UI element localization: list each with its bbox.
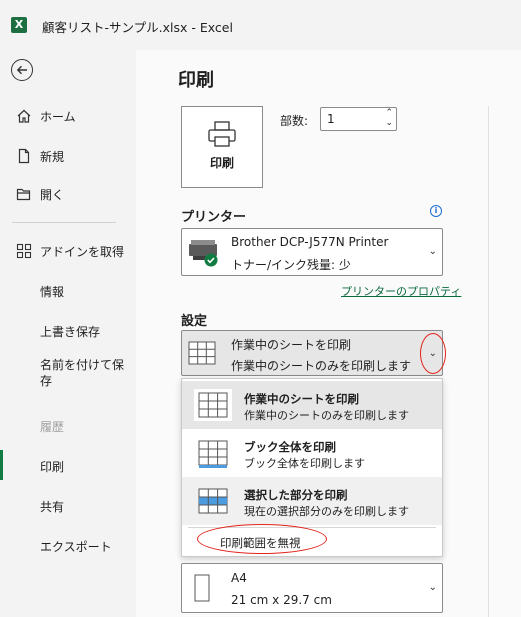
printer-icon [208, 121, 236, 147]
red-highlight-ellipse [197, 524, 327, 554]
nav-item-home[interactable]: ホーム [0, 98, 136, 134]
copies-label: 部数: [280, 114, 309, 128]
option-entire-workbook[interactable]: ブック全体を印刷 ブック全体を印刷します [182, 429, 442, 477]
red-highlight-circle [420, 333, 446, 374]
window-title: 顧客リスト-サンプル.xlsx - Excel [42, 20, 233, 35]
copies-value: 1 [327, 112, 335, 126]
printer-status: トナー/インク残量: 少 [231, 258, 351, 272]
printer-select[interactable]: Brother DCP-J577N Printer トナー/インク残量: 少 ⌄ [181, 228, 443, 276]
print-button-label: 印刷 [209, 156, 234, 170]
new-document-icon [18, 148, 30, 164]
nav-label: 共有 [40, 500, 65, 514]
nav-item-save[interactable]: 上書き保存 [0, 313, 136, 349]
printer-name: Brother DCP-J577N Printer [231, 235, 389, 249]
option-desc: 作業中のシートのみを印刷します [244, 409, 409, 422]
option-title: 作業中のシートを印刷 [244, 392, 359, 406]
option-title: 選択した部分を印刷 [244, 488, 348, 502]
nav-label: 履歴 [40, 420, 65, 434]
sheet-grid-icon [194, 389, 232, 421]
setting-title: 作業中のシートを印刷 [231, 338, 352, 352]
nav-item-share[interactable]: 共有 [0, 488, 136, 524]
nav-item-add-ins[interactable]: アドインを取得 [0, 233, 136, 269]
option-desc: 現在の選択部分のみを印刷します [244, 505, 409, 518]
add-ins-icon [16, 243, 32, 259]
settings-heading: 設定 [181, 314, 208, 329]
nav-label: アドインを取得 [40, 245, 125, 259]
paper-icon [194, 574, 210, 602]
nav-label: エクスポート [40, 540, 112, 554]
nav-item-info[interactable]: 情報 [0, 273, 136, 309]
chevron-down-icon: ⌄ [428, 246, 437, 257]
nav-label: 上書き保存 [40, 325, 101, 339]
print-button[interactable]: 印刷 [181, 106, 263, 188]
option-title: ブック全体を印刷 [244, 440, 336, 454]
paper-size-select[interactable]: A4 21 cm x 29.7 cm ⌄ [181, 563, 443, 613]
setting-desc: 作業中のシートのみを印刷します [231, 359, 412, 373]
nav-item-save-as[interactable]: 名前を付けて保存 [0, 353, 136, 397]
option-selection[interactable]: 選択した部分を印刷 現在の選択部分のみを印刷します [182, 477, 442, 525]
paper-dims: 21 cm x 29.7 cm [231, 593, 332, 607]
nav-item-new[interactable]: 新規 [0, 138, 136, 174]
print-what-select[interactable]: 作業中のシートを印刷 作業中のシートのみを印刷します ⌄ [181, 330, 443, 376]
nav-divider [12, 222, 116, 223]
decrement-icon[interactable]: ⌄ [385, 118, 393, 128]
nav-label: 名前を付けて保存 [40, 358, 125, 388]
excel-logo-icon: X [11, 17, 27, 33]
preview-divider [488, 106, 489, 617]
option-desc: ブック全体を印刷します [244, 457, 365, 470]
nav-item-export[interactable]: エクスポート [0, 528, 136, 564]
sheet-grid-icon [188, 341, 216, 365]
page-title: 印刷 [178, 70, 214, 91]
workbook-icon [198, 440, 228, 468]
increment-icon[interactable]: ⌃ [385, 108, 393, 118]
selection-icon [198, 488, 228, 514]
option-active-sheets[interactable]: 作業中のシートを印刷 作業中のシートのみを印刷します [182, 381, 442, 429]
nav-label: 印刷 [40, 460, 65, 474]
nav-item-history: 履歴 [0, 408, 136, 444]
nav-label: 情報 [40, 285, 65, 299]
printer-heading: プリンター [181, 210, 247, 225]
nav-item-print[interactable]: 印刷 [0, 448, 136, 484]
home-icon [17, 109, 31, 123]
nav-label: ホーム [40, 110, 76, 124]
copies-stepper[interactable]: 1 ⌃ ⌄ [320, 107, 397, 131]
printer-properties-link[interactable]: プリンターのプロパティ [341, 283, 461, 299]
nav-label: 開く [40, 188, 65, 202]
nav-item-open[interactable]: 開く [0, 176, 136, 212]
printer-device-icon [189, 240, 218, 267]
info-icon[interactable]: i [430, 205, 442, 217]
back-button[interactable] [11, 59, 33, 81]
paper-size: A4 [231, 571, 247, 585]
back-arrow-icon [16, 65, 27, 75]
open-folder-icon [16, 188, 31, 201]
nav-label: 新規 [40, 150, 65, 164]
chevron-down-icon: ⌄ [428, 582, 437, 593]
